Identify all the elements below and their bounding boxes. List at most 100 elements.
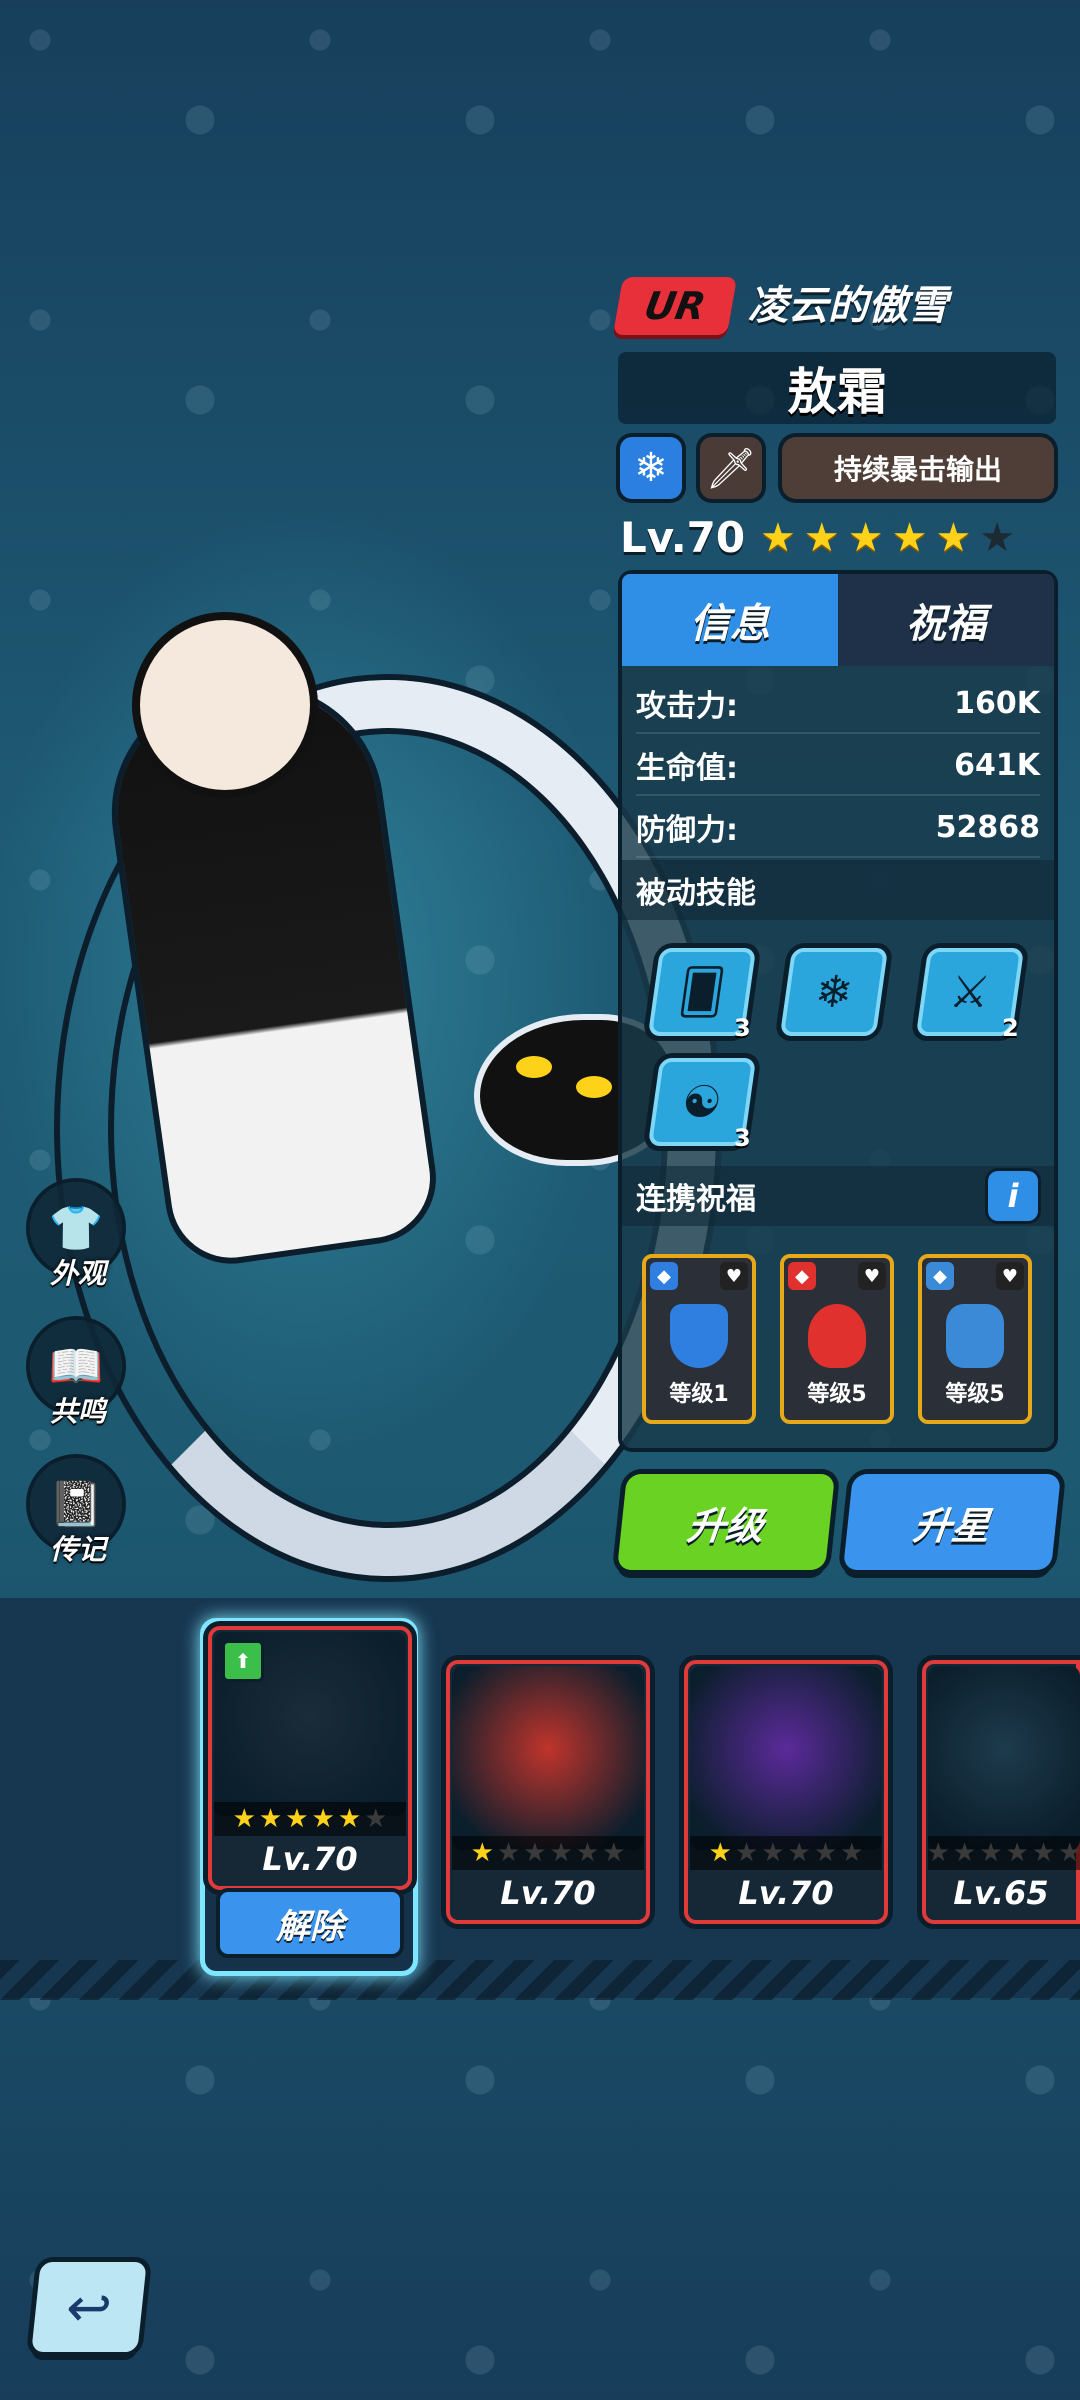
star-filled-icon: ★ bbox=[311, 1804, 335, 1834]
diamond-icon: ◆ bbox=[650, 1262, 678, 1290]
passive-skills-header: 被动技能 bbox=[622, 860, 1054, 920]
role-tag: 持续暴击输出 bbox=[782, 437, 1054, 499]
skill-count: 3 bbox=[734, 1014, 751, 1042]
star-empty-icon: ★ bbox=[523, 1838, 547, 1868]
hero-star-rating: ★ ★ ★ ★ ★ ★ bbox=[760, 510, 1015, 566]
stat-value: 160K bbox=[954, 685, 1040, 721]
star-empty-icon: ★ bbox=[761, 1838, 785, 1868]
diamond-icon: ◆ bbox=[788, 1262, 816, 1290]
appearance-button[interactable]: 👕 外观 bbox=[30, 1182, 126, 1292]
star-empty-icon: ★ bbox=[549, 1838, 573, 1868]
passive-skill-snow[interactable]: ❄ bbox=[779, 948, 889, 1036]
spiked-crest-icon bbox=[946, 1304, 1004, 1368]
skill-count: 3 bbox=[734, 1124, 751, 1152]
pet-stars: ★ ★ ★ ★ ★ ★ bbox=[690, 1836, 882, 1870]
tab-blessing[interactable]: 祝福 bbox=[838, 574, 1054, 666]
dragon-crest-icon: ☯ bbox=[678, 1076, 726, 1128]
tab-info[interactable]: 信息 bbox=[622, 574, 838, 666]
bond-card-1[interactable]: ◆ ♥ 等级1 bbox=[642, 1254, 756, 1424]
stat-row-defense: 防御力: 52868 bbox=[636, 798, 1040, 858]
star-empty-icon: ★ bbox=[734, 1838, 759, 1868]
passive-skill-slash[interactable]: ⚔ 2 bbox=[915, 948, 1025, 1042]
star-empty-icon: ★ bbox=[575, 1838, 600, 1868]
cards-icon: 🂠 bbox=[675, 966, 729, 1018]
hero-title: 凌云的傲雪 bbox=[748, 283, 948, 329]
biography-button[interactable]: 📓 传记 bbox=[30, 1458, 126, 1568]
bond-level: 等级1 bbox=[669, 1382, 729, 1407]
stat-row-hp: 生命值: 641K bbox=[636, 736, 1040, 796]
pet-level: Lv.70 bbox=[738, 1874, 834, 1912]
star-empty-icon: ★ bbox=[952, 1838, 977, 1868]
back-arrow-icon: ↩ bbox=[63, 2275, 115, 2339]
pet-card-3[interactable]: ★ ★ ★ ★ ★ ★ Lv.70 bbox=[684, 1660, 888, 1924]
pet-card-4[interactable]: ★ ★ ★ ★ ★ ★ Lv.65 bbox=[922, 1660, 1080, 1924]
snowflake-icon[interactable]: ❄ bbox=[620, 437, 682, 499]
star-empty-icon: ★ bbox=[979, 1838, 1003, 1868]
pet-stars: ★ ★ ★ ★ ★ ★ bbox=[214, 1802, 406, 1836]
star-filled-icon: ★ bbox=[258, 1804, 283, 1834]
heart-icon: ♥ bbox=[996, 1262, 1024, 1290]
heart-icon: ♥ bbox=[720, 1262, 748, 1290]
dragon-eye bbox=[576, 1076, 612, 1098]
star-filled-icon: ★ bbox=[285, 1804, 309, 1834]
pet-portrait bbox=[928, 1666, 1080, 1850]
stat-value: 641K bbox=[954, 747, 1040, 783]
section-title: 被动技能 bbox=[636, 876, 756, 911]
star-filled-icon: ★ bbox=[935, 515, 972, 561]
shield-icon bbox=[670, 1304, 728, 1368]
pet-card-1[interactable]: ⬆ ★ ★ ★ ★ ★ ★ Lv.70 bbox=[208, 1626, 412, 1890]
star-empty-icon: ★ bbox=[1031, 1838, 1056, 1868]
pet-portrait bbox=[452, 1666, 644, 1850]
snowflake-cluster-icon: ❄ bbox=[811, 966, 857, 1018]
pet-stars: ★ ★ ★ ★ ★ ★ bbox=[452, 1836, 644, 1870]
info-button[interactable]: i bbox=[988, 1171, 1038, 1221]
passive-skill-dragon[interactable]: ☯ 3 bbox=[647, 1058, 757, 1152]
triple-slash-icon: ⚔ bbox=[946, 966, 994, 1018]
flame-icon bbox=[808, 1304, 866, 1368]
pet-level: Lv.70 bbox=[500, 1874, 596, 1912]
skill-count: 2 bbox=[1002, 1014, 1019, 1042]
star-empty-icon: ★ bbox=[1058, 1838, 1080, 1868]
side-button-label: 外观 bbox=[49, 1257, 106, 1290]
bond-card-3[interactable]: ◆ ♥ 等级5 bbox=[918, 1254, 1032, 1424]
side-button-label: 共鸣 bbox=[49, 1395, 106, 1428]
equipped-icon: ⬆ bbox=[222, 1640, 264, 1682]
stat-value: 52868 bbox=[935, 809, 1040, 845]
sword-icon[interactable]: 🗡 bbox=[700, 437, 762, 499]
bond-level: 等级5 bbox=[945, 1382, 1005, 1407]
stat-label: 生命值: bbox=[636, 751, 738, 786]
star-up-button[interactable]: 升星 bbox=[842, 1474, 1062, 1570]
hero-level: Lv.70 bbox=[620, 513, 746, 562]
bond-card-2[interactable]: ◆ ♥ 等级5 bbox=[780, 1254, 894, 1424]
passive-skill-cards[interactable]: 🂠 3 bbox=[647, 948, 757, 1042]
star-empty-icon: ★ bbox=[364, 1804, 388, 1834]
pet-card-2[interactable]: ★ ★ ★ ★ ★ ★ Lv.70 bbox=[446, 1660, 650, 1924]
heart-icon: ♥ bbox=[858, 1262, 886, 1290]
back-button[interactable]: ↩ bbox=[31, 2262, 147, 2352]
panel-tabs: 信息 祝福 bbox=[622, 574, 1054, 666]
star-empty-icon: ★ bbox=[979, 515, 1016, 561]
star-filled-icon: ★ bbox=[760, 515, 796, 561]
rarity-badge: UR bbox=[612, 277, 738, 335]
diamond-icon: ◆ bbox=[926, 1262, 954, 1290]
star-empty-icon: ★ bbox=[926, 1838, 950, 1868]
side-button-label: 传记 bbox=[49, 1533, 106, 1566]
star-filled-icon: ★ bbox=[708, 1838, 732, 1868]
resonance-button[interactable]: 📖 共鸣 bbox=[30, 1320, 126, 1430]
roster-border bbox=[0, 1960, 1080, 2000]
star-filled-icon: ★ bbox=[847, 515, 884, 561]
stat-label: 攻击力: bbox=[636, 689, 738, 724]
pet-level: Lv.70 bbox=[262, 1840, 358, 1878]
hero-name: 敖霜 bbox=[618, 352, 1056, 424]
pet-portrait bbox=[690, 1666, 882, 1850]
pet-level: Lv.65 bbox=[953, 1874, 1049, 1912]
bond-level: 等级5 bbox=[807, 1382, 867, 1407]
star-filled-icon: ★ bbox=[337, 1804, 362, 1834]
star-empty-icon: ★ bbox=[840, 1838, 864, 1868]
star-empty-icon: ★ bbox=[1005, 1838, 1029, 1868]
hero-info-panel: 信息 祝福 攻击力: 160K 生命值: 641K 防御力: 52868 被动技… bbox=[622, 574, 1054, 1448]
upgrade-button[interactable]: 升级 bbox=[616, 1474, 836, 1570]
unequip-button[interactable]: 解除 bbox=[220, 1892, 400, 1954]
pet-stars: ★ ★ ★ ★ ★ ★ bbox=[926, 1836, 1080, 1870]
section-title: 连携祝福 bbox=[636, 1182, 756, 1217]
